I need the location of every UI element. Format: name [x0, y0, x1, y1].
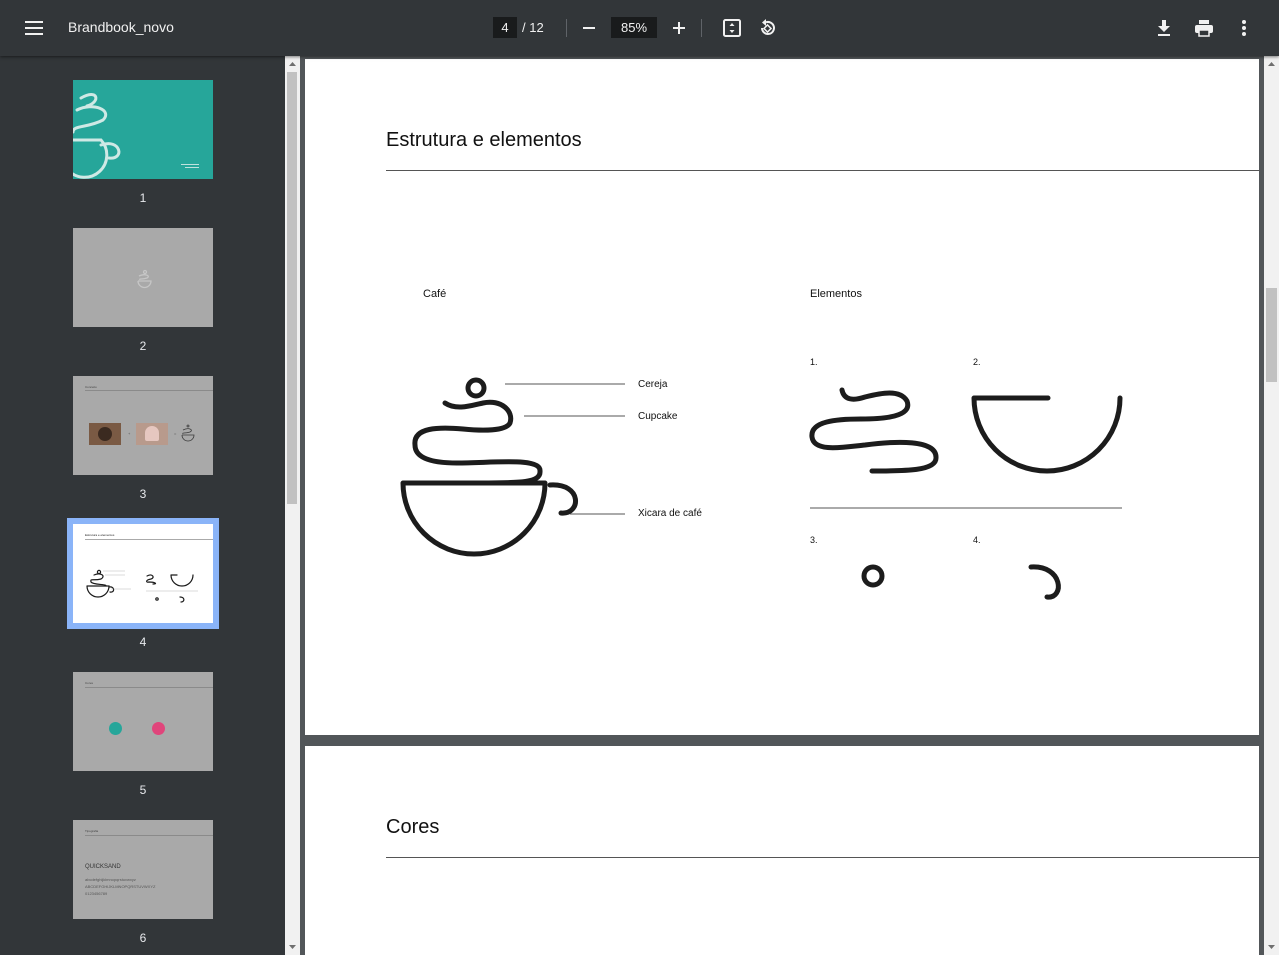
pdf-page-4: Estrutura e elementos Café Elementos Cer…: [305, 59, 1259, 735]
thumbnail-text: ABCDEFGHIJKLMNOPQRSTUVWXYZ: [85, 884, 156, 889]
toolbar-divider: [701, 19, 702, 37]
element-2-cup: [971, 395, 1123, 474]
element-4-handle: [1028, 564, 1061, 600]
thumbnail-number: 4: [139, 635, 147, 649]
rotate-counterclockwise-icon: [761, 19, 775, 35]
more-options-button[interactable]: [1228, 12, 1260, 44]
thumbnail-page-1[interactable]: [73, 80, 213, 179]
toolbar-divider: [566, 19, 567, 37]
callout-cereja: Cereja: [638, 379, 668, 390]
thumbnail-page-5[interactable]: Cores: [73, 672, 213, 771]
more-vert-icon: [1242, 20, 1246, 36]
thumbnail-text: 0123456789: [85, 891, 108, 896]
pdf-page-5: Cores: [305, 746, 1259, 955]
logo-cup-graphic: [73, 92, 199, 179]
scroll-down-arrow-icon[interactable]: [285, 942, 300, 952]
pdf-toolbar: Brandbook_novo 4 / 12 85%: [0, 0, 1279, 56]
zoom-level-input[interactable]: 85%: [611, 17, 657, 38]
callout-xicara: Xicara de café: [638, 508, 702, 519]
teal-color-swatch: [109, 722, 122, 735]
document-title: Brandbook_novo: [68, 19, 174, 35]
element-number: 4.: [973, 535, 981, 545]
thumbnail-number: 1: [139, 191, 147, 205]
small-logo-graphic: + =: [128, 424, 195, 442]
scroll-up-arrow-icon[interactable]: [1264, 59, 1279, 69]
print-button[interactable]: [1188, 12, 1220, 44]
thumbnail-image: [73, 80, 213, 179]
download-icon: [1158, 20, 1170, 36]
thumbnail-page-3[interactable]: Conceito + =: [73, 376, 213, 475]
thumbnail-image: Conceito + =: [73, 376, 213, 475]
brand-illustration: [400, 377, 1123, 600]
scroll-up-arrow-icon[interactable]: [285, 59, 300, 69]
element-1-swirl: [809, 387, 939, 474]
page-total: / 12: [522, 20, 544, 35]
page-heading: Cores: [386, 816, 440, 838]
fit-to-page-button[interactable]: [716, 12, 748, 44]
hamburger-menu-icon: [25, 21, 43, 35]
element-3-cherry: [861, 564, 885, 588]
thumbnail-image: [73, 228, 213, 327]
sidebar-scrollbar-thumb[interactable]: [287, 72, 297, 504]
thumbnail-number: 3: [139, 487, 147, 501]
print-icon: [1195, 20, 1213, 37]
zoom-out-button[interactable]: [573, 12, 605, 44]
thumbnail-number: 6: [139, 931, 147, 945]
thumbnail-image: Cores: [73, 672, 213, 771]
thumbnail-rule: [85, 835, 213, 836]
plus-icon: [673, 22, 685, 34]
cafe-logo-graphic: [400, 377, 578, 557]
rotate-button[interactable]: [751, 12, 783, 44]
callout-cupcake: Cupcake: [638, 411, 678, 422]
mini-cafe-diagram: [86, 569, 198, 603]
heading-rule: [386, 857, 1259, 858]
svg-text:+: +: [128, 431, 131, 436]
minus-icon: [583, 27, 595, 29]
scroll-down-arrow-icon[interactable]: [1264, 942, 1279, 952]
thumbnail-text: Cores: [85, 681, 94, 685]
thumbnail-image: Tipografia QUICKSAND abcdefghijklmnopqrs…: [73, 820, 213, 919]
thumbnail-page-6[interactable]: Tipografia QUICKSAND abcdefghijklmnopqrs…: [73, 820, 213, 919]
svg-text:=: =: [174, 431, 177, 436]
pink-color-swatch: [152, 722, 165, 735]
thumbnail-text: QUICKSAND: [85, 864, 121, 870]
document-scrollbar[interactable]: [1264, 56, 1279, 955]
element-number: 3.: [810, 535, 818, 545]
menu-button[interactable]: [18, 12, 50, 44]
zoom-in-button[interactable]: [663, 12, 695, 44]
fit-page-icon: [723, 19, 741, 37]
thumbnail-text: Tipografia: [85, 829, 99, 833]
small-logo-graphic: [137, 269, 152, 289]
page-number-input[interactable]: 4: [493, 17, 517, 38]
thumbnail-page-2[interactable]: [73, 228, 213, 327]
thumbnail-rule: [85, 687, 213, 688]
element-number: 1.: [810, 357, 818, 367]
thumbnail-page-4[interactable]: Estrutura e elementos: [73, 524, 213, 623]
thumbnail-number: 2: [139, 339, 147, 353]
download-button[interactable]: [1148, 12, 1180, 44]
thumbnail-number: 5: [139, 783, 147, 797]
element-number: 2.: [973, 357, 981, 367]
thumbnail-image: Estrutura e elementos: [73, 524, 213, 623]
thumbnail-text: abcdefghijklmnopqrstuvwxyz: [85, 877, 136, 882]
document-scrollbar-thumb[interactable]: [1266, 288, 1277, 382]
